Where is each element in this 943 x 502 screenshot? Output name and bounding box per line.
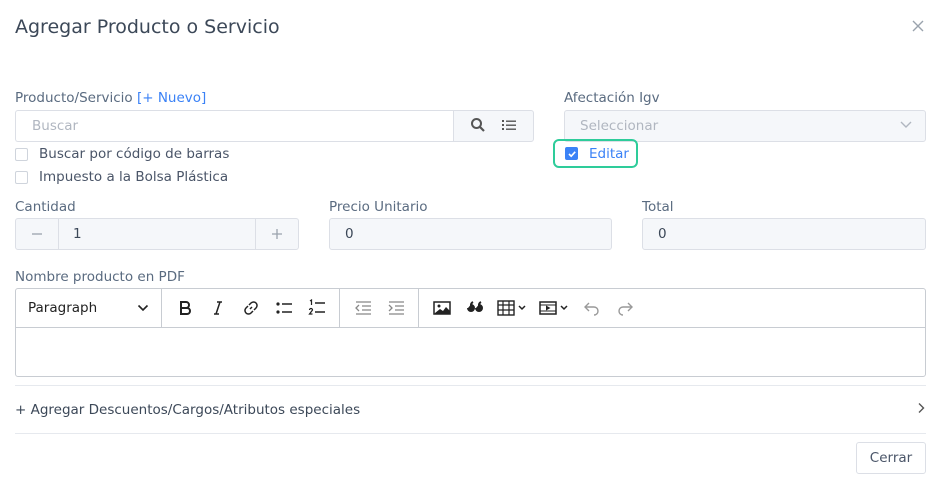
close-button[interactable]: Cerrar: [856, 442, 926, 474]
search-placeholder: Buscar: [32, 118, 79, 134]
quote-icon[interactable]: [458, 293, 491, 323]
italic-icon[interactable]: [201, 293, 234, 323]
list-icon[interactable]: [501, 117, 517, 136]
editor-toolbar: Paragraph: [16, 289, 925, 328]
barcode-checkbox[interactable]: [15, 147, 28, 161]
new-product-link[interactable]: [+ Nuevo]: [137, 90, 206, 106]
quantity-stepper: 1: [15, 218, 299, 250]
table-icon[interactable]: [491, 293, 533, 323]
edit-checkbox-row[interactable]: Editar: [553, 139, 638, 168]
text-format-group: [162, 289, 340, 327]
redo-icon[interactable]: [608, 293, 641, 323]
image-icon[interactable]: [425, 293, 458, 323]
unit-price-input[interactable]: 0: [329, 218, 612, 250]
editor-content-area[interactable]: [16, 328, 925, 376]
bag-tax-checkbox-row[interactable]: Impuesto a la Bolsa Plástica: [15, 169, 228, 185]
decrement-button[interactable]: [16, 219, 58, 249]
barcode-checkbox-row[interactable]: Buscar por código de barras: [15, 146, 229, 162]
unit-price-label: Precio Unitario: [329, 199, 428, 215]
extras-label: + Agregar Descuentos/Cargos/Atributos es…: [15, 401, 361, 418]
product-label: Producto/Servicio [+ Nuevo]: [15, 90, 206, 106]
bullet-list-icon[interactable]: [267, 293, 300, 323]
numbered-list-icon[interactable]: [300, 293, 333, 323]
rich-text-editor: Paragraph: [15, 288, 926, 377]
undo-icon[interactable]: [575, 293, 608, 323]
search-buttons: [453, 110, 534, 142]
chevron-down-icon: [137, 300, 149, 316]
add-product-modal: Agregar Producto o Servicio Producto/Ser…: [0, 0, 943, 502]
product-label-text: Producto/Servicio: [15, 90, 133, 106]
pdf-name-label: Nombre producto en PDF: [15, 269, 185, 285]
edit-checkbox[interactable]: [565, 147, 578, 160]
barcode-label: Buscar por código de barras: [39, 146, 230, 162]
igv-select[interactable]: Seleccionar: [564, 110, 926, 142]
bold-icon[interactable]: [168, 293, 201, 323]
paragraph-format-value: Paragraph: [28, 300, 98, 316]
insert-group: [419, 289, 647, 327]
divider-bottom: [15, 433, 926, 434]
indent-icon[interactable]: [379, 293, 412, 323]
link-icon[interactable]: [234, 293, 267, 323]
product-search-input[interactable]: Buscar: [15, 110, 454, 142]
outdent-icon[interactable]: [346, 293, 379, 323]
bag-tax-checkbox[interactable]: [15, 170, 28, 184]
close-icon[interactable]: [908, 16, 928, 36]
igv-placeholder: Seleccionar: [580, 118, 659, 134]
media-icon[interactable]: [533, 293, 575, 323]
paragraph-format-select[interactable]: Paragraph: [16, 289, 162, 327]
total-input[interactable]: 0: [642, 218, 926, 250]
chevron-right-icon: [916, 402, 926, 418]
search-icon[interactable]: [470, 117, 486, 136]
total-label: Total: [642, 199, 674, 215]
chevron-down-icon: [899, 118, 913, 134]
increment-button[interactable]: [256, 219, 298, 249]
extras-collapse-toggle[interactable]: + Agregar Descuentos/Cargos/Atributos es…: [15, 386, 926, 433]
bag-tax-label: Impuesto a la Bolsa Plástica: [39, 169, 229, 185]
indent-group: [340, 289, 419, 327]
igv-label: Afectación Igv: [564, 90, 660, 106]
modal-title: Agregar Producto o Servicio: [15, 16, 280, 38]
quantity-input[interactable]: 1: [58, 219, 256, 249]
edit-label: Editar: [589, 145, 629, 162]
quantity-label: Cantidad: [15, 199, 76, 215]
